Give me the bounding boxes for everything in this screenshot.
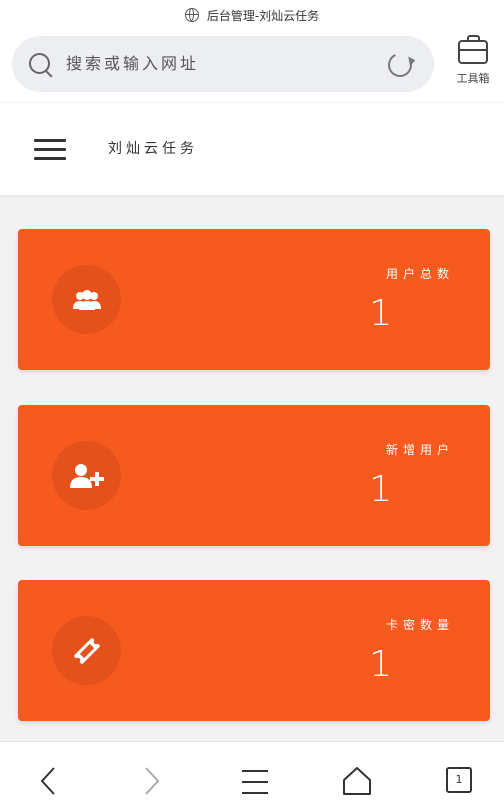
stat-card-new-users: 新增用户 1: [18, 405, 490, 546]
back-icon[interactable]: [38, 766, 58, 796]
stat-card-card-keys: 卡密数量 1: [18, 580, 490, 721]
search-icon: [29, 53, 50, 74]
browser-bottom-nav: 1: [0, 741, 504, 808]
forward-icon[interactable]: [142, 766, 162, 796]
reload-icon[interactable]: [384, 49, 416, 81]
browser-address-bar: 搜索或输入网址 工具箱: [0, 30, 504, 102]
card-icon-circle: [52, 441, 121, 510]
url-placeholder: 搜索或输入网址: [66, 54, 200, 73]
toolbox-button[interactable]: 工具箱: [450, 35, 496, 94]
page-title: 后台管理-刘灿云任务: [206, 8, 320, 23]
card-icon-circle: [52, 616, 121, 685]
ticket-icon: [73, 637, 100, 664]
status-bar: 后台管理-刘灿云任务: [0, 0, 504, 30]
card-label: 新增用户: [385, 443, 454, 457]
add-user-icon: [69, 463, 104, 488]
card-value: 1: [369, 644, 392, 685]
card-label: 卡密数量: [385, 618, 454, 632]
card-value: 1: [369, 469, 392, 510]
home-icon[interactable]: [341, 765, 373, 797]
card-icon-circle: [52, 265, 121, 334]
card-label: 用户总数: [385, 267, 454, 281]
globe-icon: [184, 8, 199, 22]
tabs-icon[interactable]: 1: [446, 767, 472, 793]
app-header: 刘灿云任务: [0, 103, 504, 195]
tabs-count: 1: [455, 773, 463, 786]
hamburger-menu-icon[interactable]: [34, 139, 66, 161]
url-input[interactable]: 搜索或输入网址: [12, 36, 434, 92]
menu-icon[interactable]: [240, 768, 270, 796]
app-title: 刘灿云任务: [108, 141, 198, 157]
toolbox-label: 工具箱: [456, 72, 490, 85]
toolbox-icon: [458, 35, 488, 64]
card-value: 1: [369, 293, 392, 334]
users-icon: [72, 289, 101, 310]
stat-card-users-total: 用户总数 1: [18, 229, 490, 370]
